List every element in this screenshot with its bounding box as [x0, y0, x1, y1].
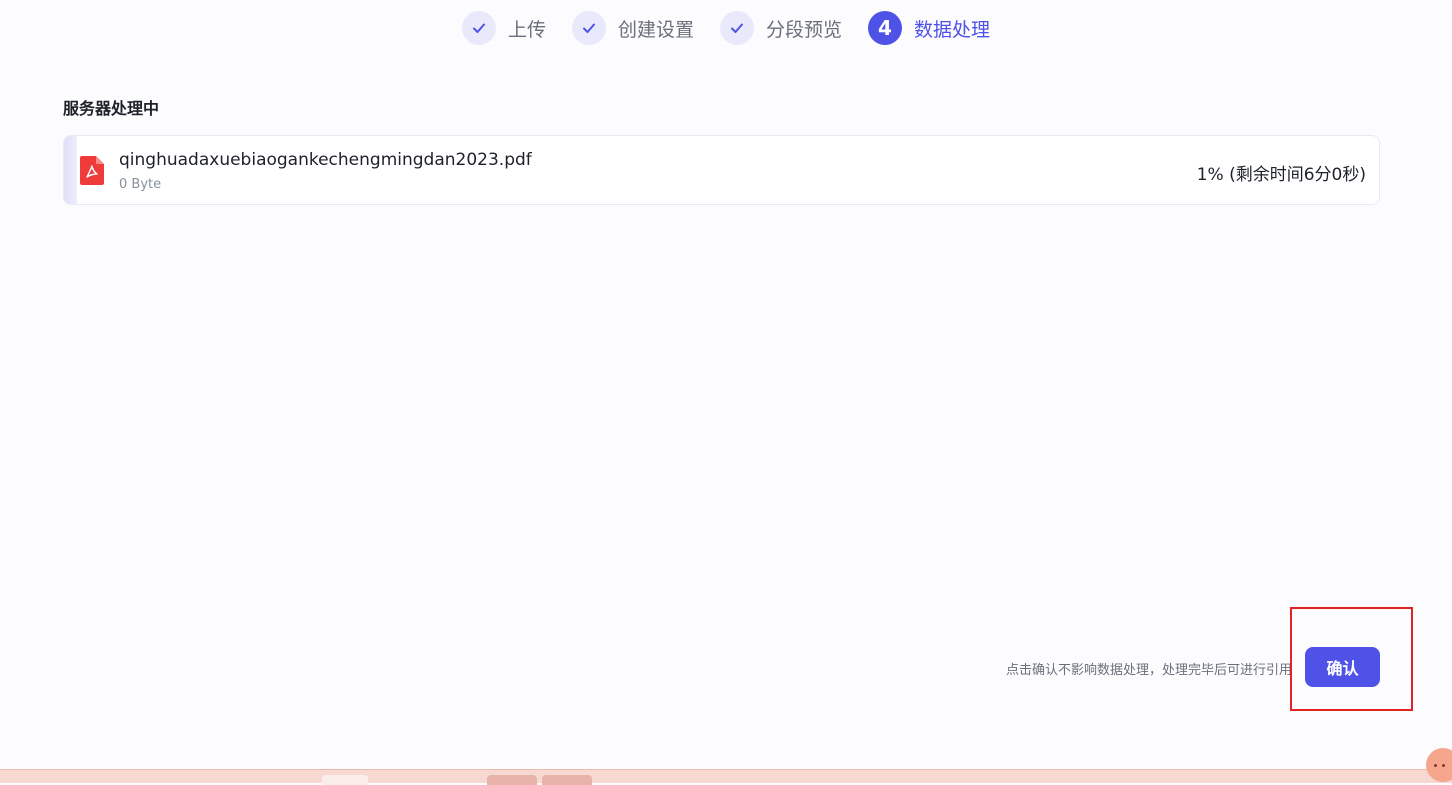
- check-icon: [461, 11, 496, 45]
- step-label: 数据处理: [914, 18, 991, 41]
- section-title: 服务器处理中: [63, 99, 160, 118]
- hint-text: 点击确认不影响数据处理，处理完毕后可进行引用: [1005, 663, 1292, 678]
- pdf-file-icon: [80, 156, 104, 185]
- step-create-settings[interactable]: 创建设置: [571, 11, 694, 45]
- taskbar-tab[interactable]: [542, 775, 592, 785]
- step-number: 4: [868, 11, 903, 45]
- taskbar-tab[interactable]: [487, 775, 537, 785]
- step-label: 上传: [507, 18, 546, 41]
- assistant-mascot-icon[interactable]: [1426, 748, 1452, 782]
- check-icon: [571, 11, 606, 45]
- file-card: qinghuadaxuebiaogankechengmingdan2023.pd…: [63, 135, 1380, 205]
- bottom-taskbar: [0, 769, 1452, 785]
- step-label: 创建设置: [617, 18, 694, 41]
- progress-bar-fill: [64, 136, 78, 204]
- check-icon: [720, 11, 754, 45]
- step-upload[interactable]: 上传: [461, 11, 546, 45]
- step-data-processing[interactable]: 4 数据处理: [868, 11, 990, 45]
- taskbar-tab[interactable]: [322, 775, 368, 785]
- confirm-button[interactable]: 确认: [1305, 647, 1380, 687]
- mascot-eye: [1442, 764, 1445, 767]
- step-segment-preview[interactable]: 分段预览: [720, 11, 842, 45]
- stepper: 上传 创建设置 分段预览 4 数据处理: [0, 11, 1452, 45]
- file-progress-status: 1% (剩余时间6分0秒): [1196, 165, 1366, 185]
- mascot-eye: [1434, 764, 1437, 767]
- step-label: 分段预览: [766, 18, 843, 41]
- file-name: qinghuadaxuebiaogankechengmingdan2023.pd…: [119, 150, 532, 170]
- file-size: 0 Byte: [119, 177, 162, 192]
